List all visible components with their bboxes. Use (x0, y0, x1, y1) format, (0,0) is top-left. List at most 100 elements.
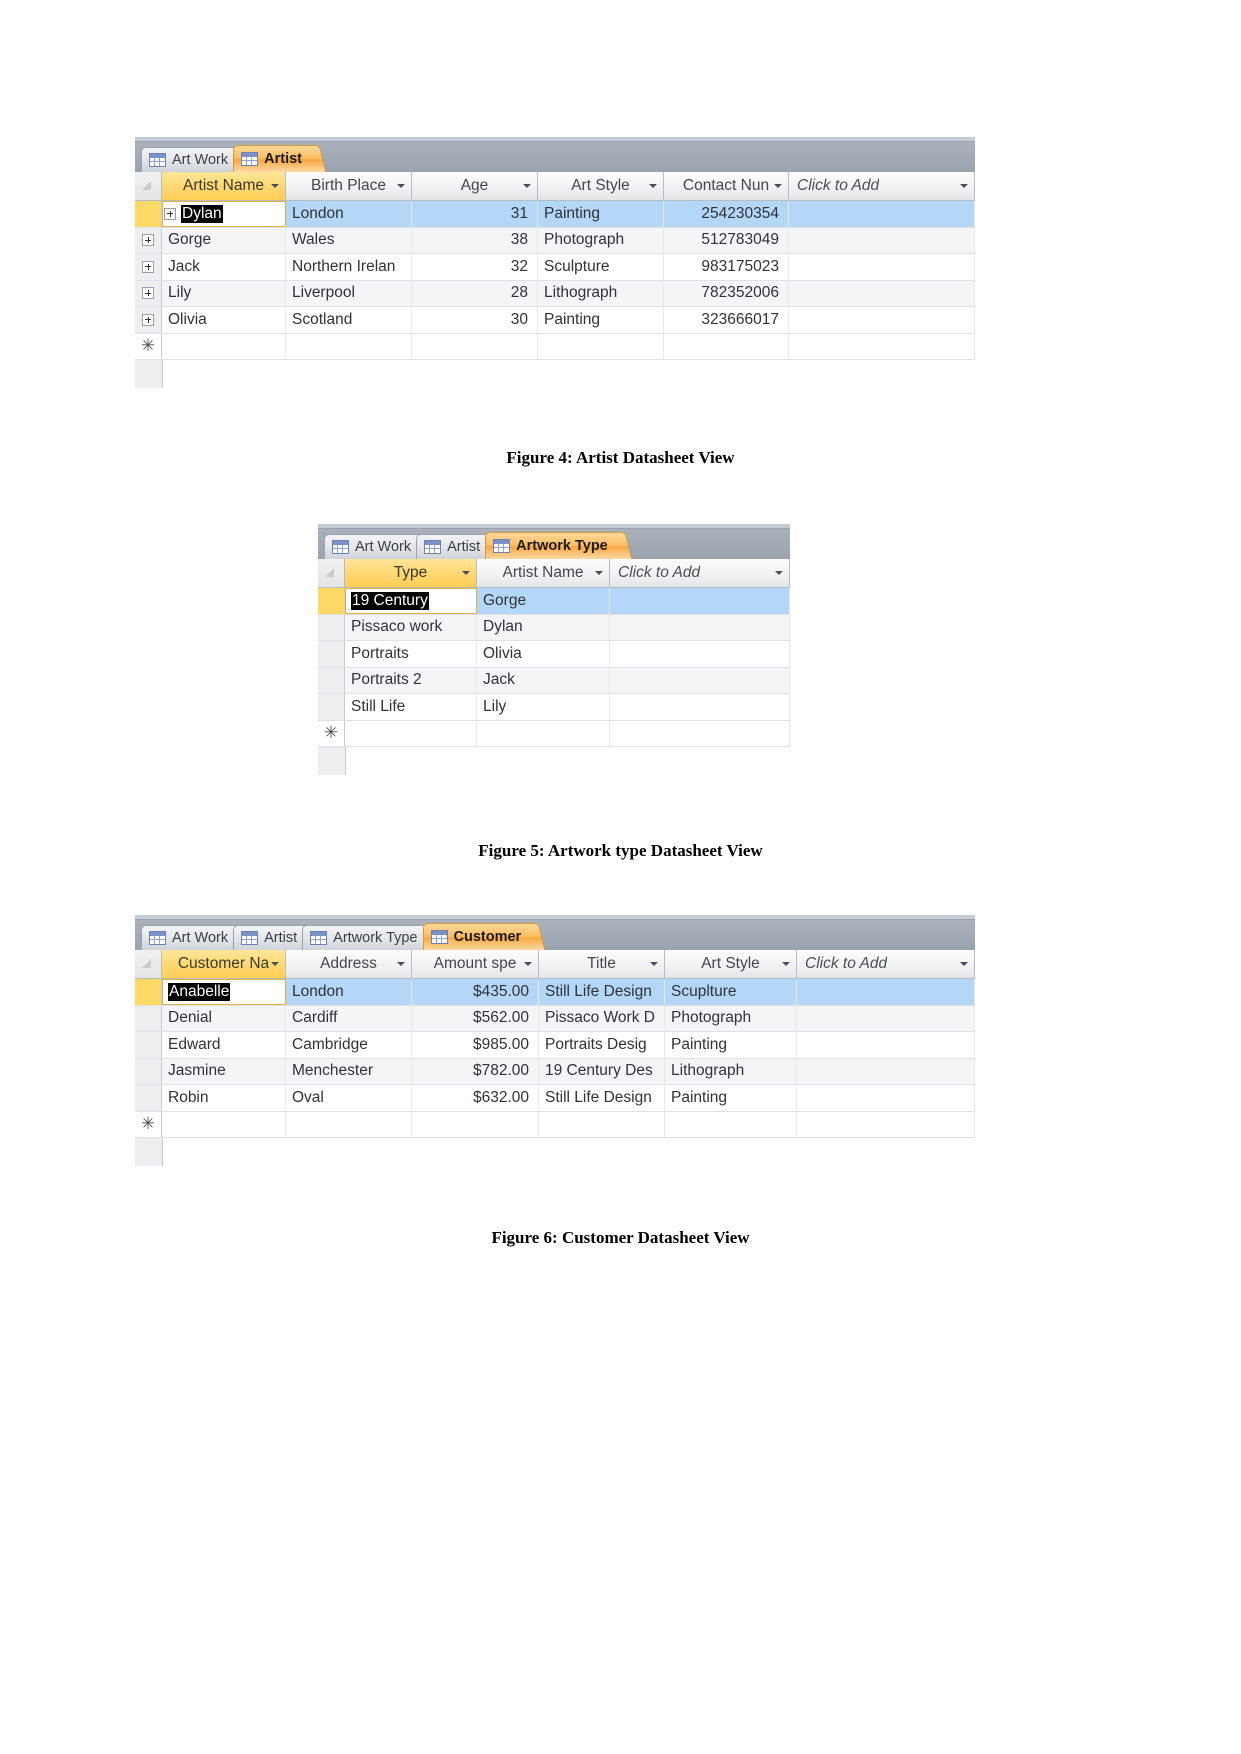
table-row[interactable]: Gorge Wales 38 Photograph 512783049 (135, 227, 975, 254)
chevron-down-icon[interactable] (650, 962, 658, 966)
chevron-down-icon[interactable] (271, 962, 279, 966)
cell-contact-number[interactable]: 254230354 (664, 201, 789, 227)
cell-birth-place[interactable]: Liverpool (286, 280, 412, 306)
table-row[interactable]: Jack Northern Irelan 32 Sculpture 983175… (135, 254, 975, 281)
cell-address[interactable]: Cardiff (286, 1005, 412, 1031)
cell-contact-number[interactable]: 782352006 (664, 280, 789, 306)
cell-age-new[interactable] (412, 333, 538, 359)
cell-click-to-add[interactable] (789, 280, 975, 306)
tab-art-work[interactable]: Art Work (324, 534, 425, 559)
cell-art-style[interactable]: Scuplture (665, 979, 797, 1005)
column-header-contact-number[interactable]: Contact Nun (664, 172, 789, 200)
cell-type[interactable]: Portraits (345, 641, 477, 667)
expand-subdatasheet-icon[interactable] (164, 207, 176, 220)
cell-type[interactable]: Still Life (345, 694, 477, 720)
select-all-corner[interactable] (135, 172, 162, 200)
chevron-down-icon[interactable] (595, 571, 603, 575)
cell-address-new[interactable] (286, 1111, 412, 1137)
cell-click-to-add[interactable] (789, 254, 975, 280)
cell-click-to-add[interactable] (789, 307, 975, 333)
cell-amount-spent[interactable]: $435.00 (412, 979, 539, 1005)
new-record-row[interactable]: ✳ (135, 333, 975, 360)
cell-artist-name[interactable]: Lily (477, 694, 610, 720)
cell-type-new[interactable] (345, 720, 477, 746)
cell-title[interactable]: Still Life Design (539, 1085, 665, 1111)
new-record-marker[interactable]: ✳ (135, 333, 162, 359)
cell-art-style-new[interactable] (665, 1111, 797, 1137)
cell-title[interactable]: Pissaco Work D (539, 1005, 665, 1031)
cell-customer-name[interactable]: Denial (162, 1005, 286, 1031)
cell-birth-place-new[interactable] (286, 333, 412, 359)
cell-birth-place[interactable]: Wales (286, 227, 412, 253)
row-selector[interactable] (135, 1085, 162, 1111)
cell-artist-name[interactable]: Lily (162, 280, 286, 306)
cell-artist-name[interactable]: Dylan (477, 614, 610, 640)
expand-subdatasheet-icon[interactable] (142, 260, 154, 273)
cell-art-style[interactable]: Lithograph (665, 1058, 797, 1084)
column-header-click-to-add[interactable]: Click to Add (610, 559, 790, 587)
tab-art-work[interactable]: Art Work (141, 147, 242, 172)
tab-artist[interactable]: Artist (233, 925, 311, 950)
column-header-art-style[interactable]: Art Style (538, 172, 664, 200)
cell-amount-spent[interactable]: $985.00 (412, 1032, 539, 1058)
table-row[interactable]: Edward Cambridge $985.00 Portraits Desig… (135, 1032, 975, 1059)
table-row[interactable]: 19 Century Gorge (318, 588, 790, 615)
column-header-title[interactable]: Title (539, 950, 665, 978)
cell-artist-name[interactable]: Jack (162, 254, 286, 280)
table-row[interactable]: Denial Cardiff $562.00 Pissaco Work D Ph… (135, 1005, 975, 1032)
table-row[interactable]: Dylan London 31 Painting 254230354 (135, 201, 975, 228)
column-header-click-to-add[interactable]: Click to Add (797, 950, 975, 978)
tab-customer[interactable]: Customer (422, 923, 535, 950)
column-header-age[interactable]: Age (412, 172, 538, 200)
cell-age[interactable]: 28 (412, 280, 538, 306)
row-selector[interactable] (135, 201, 162, 227)
cell-age[interactable]: 31 (412, 201, 538, 227)
column-header-type[interactable]: Type (345, 559, 477, 587)
cell-click-to-add-new[interactable] (610, 720, 790, 746)
table-row[interactable]: Olivia Scotland 30 Painting 323666017 (135, 307, 975, 334)
cell-artist-name[interactable]: Gorge (162, 227, 286, 253)
cell-click-to-add[interactable] (610, 641, 790, 667)
table-row[interactable]: Jasmine Menchester $782.00 19 Century De… (135, 1058, 975, 1085)
chevron-down-icon[interactable] (782, 962, 790, 966)
column-header-artist-name[interactable]: Artist Name (477, 559, 610, 587)
cell-click-to-add[interactable] (789, 201, 975, 227)
row-selector[interactable] (135, 979, 162, 1005)
chevron-down-icon[interactable] (649, 184, 657, 188)
cell-click-to-add[interactable] (610, 667, 790, 693)
cell-customer-name[interactable]: Anabelle (162, 979, 286, 1005)
cell-click-to-add[interactable] (797, 1058, 975, 1084)
tab-artist[interactable]: Artist (416, 534, 494, 559)
cell-birth-place[interactable]: Scotland (286, 307, 412, 333)
chevron-down-icon[interactable] (774, 184, 782, 188)
row-selector[interactable] (135, 1032, 162, 1058)
tab-artist[interactable]: Artist (233, 145, 315, 172)
new-record-row[interactable]: ✳ (318, 720, 790, 747)
chevron-down-icon[interactable] (775, 571, 783, 575)
select-all-corner[interactable] (318, 559, 345, 587)
cell-title[interactable]: Still Life Design (539, 979, 665, 1005)
column-header-click-to-add[interactable]: Click to Add (789, 172, 975, 200)
cell-click-to-add-new[interactable] (789, 333, 975, 359)
cell-artist-name[interactable]: Gorge (477, 588, 610, 614)
cell-click-to-add[interactable] (610, 588, 790, 614)
column-header-amount-spent[interactable]: Amount spe (412, 950, 539, 978)
cell-address[interactable]: London (286, 979, 412, 1005)
cell-contact-number[interactable]: 323666017 (664, 307, 789, 333)
cell-art-style-new[interactable] (538, 333, 664, 359)
cell-artist-name[interactable]: Dylan (162, 201, 286, 227)
row-selector[interactable] (135, 1058, 162, 1084)
cell-address[interactable]: Menchester (286, 1058, 412, 1084)
cell-age[interactable]: 32 (412, 254, 538, 280)
chevron-down-icon[interactable] (271, 184, 279, 188)
chevron-down-icon[interactable] (397, 184, 405, 188)
row-selector[interactable] (318, 667, 345, 693)
cell-artist-name-new[interactable] (162, 333, 286, 359)
row-selector[interactable] (135, 280, 162, 306)
cell-art-style[interactable]: Photograph (538, 227, 664, 253)
chevron-down-icon[interactable] (960, 962, 968, 966)
cell-customer-name[interactable]: Edward (162, 1032, 286, 1058)
table-row[interactable]: Robin Oval $632.00 Still Life Design Pai… (135, 1085, 975, 1112)
cell-artist-name[interactable]: Olivia (477, 641, 610, 667)
row-selector[interactable] (135, 227, 162, 253)
